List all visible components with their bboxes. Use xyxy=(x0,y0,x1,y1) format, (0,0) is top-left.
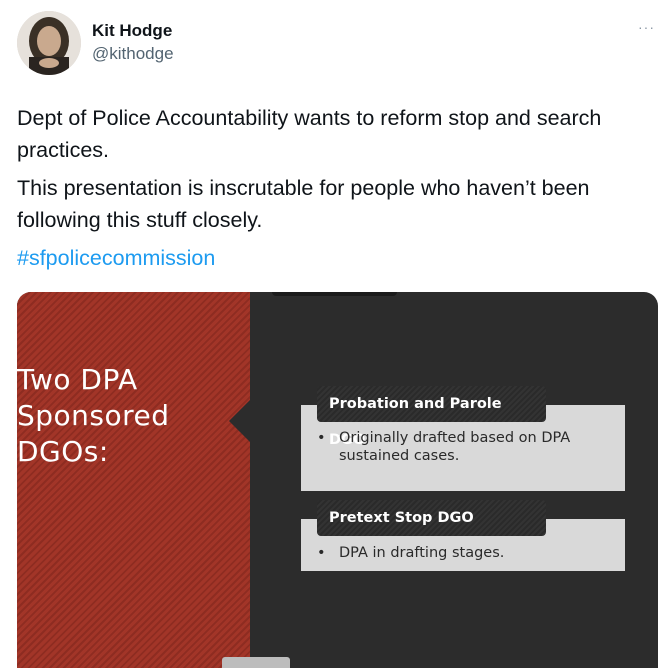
tweet-text: Dept of Police Accountability wants to r… xyxy=(17,102,647,280)
slide-item-bullet: • Originally drafted based on DPA sustai… xyxy=(317,429,607,465)
tweet-media-image[interactable]: Two DPA Sponsored DGOs: Probation and Pa… xyxy=(17,292,658,668)
avatar-photo xyxy=(17,11,81,75)
more-options-icon[interactable]: ··· xyxy=(638,19,655,35)
slide-top-tab xyxy=(272,292,397,296)
slide-title: Two DPA Sponsored DGOs: xyxy=(17,362,237,470)
tweet-paragraph-1: Dept of Police Accountability wants to r… xyxy=(17,106,602,162)
bullet-text: DPA in drafting stages. xyxy=(339,545,505,561)
slide-title-line: Two DPA xyxy=(17,363,138,396)
tweet-card: Kit Hodge @kithodge ··· Dept of Police A… xyxy=(0,0,665,668)
user-name[interactable]: Kit Hodge xyxy=(92,21,172,41)
avatar[interactable] xyxy=(17,11,81,75)
slide-title-line: DGOs: xyxy=(17,435,109,468)
bullet-icon: • xyxy=(317,545,326,561)
slide-red-panel xyxy=(17,292,250,668)
slide-title-line: Sponsored xyxy=(17,399,170,432)
tweet-paragraph-2: This presentation is inscrutable for peo… xyxy=(17,176,590,232)
hashtag-link[interactable]: #sfpolicecommission xyxy=(17,242,647,274)
slide-item-heading: Probation and Parole DGO xyxy=(317,386,546,448)
slide-bottom-tab xyxy=(222,657,290,668)
bullet-text: Originally drafted based on DPA sustaine… xyxy=(339,430,571,464)
user-handle[interactable]: @kithodge xyxy=(92,44,174,64)
bullet-icon: • xyxy=(317,430,326,446)
slide-item-heading: Pretext Stop DGO xyxy=(317,500,546,536)
slide-item-bullet: • DPA in drafting stages. xyxy=(317,544,607,562)
